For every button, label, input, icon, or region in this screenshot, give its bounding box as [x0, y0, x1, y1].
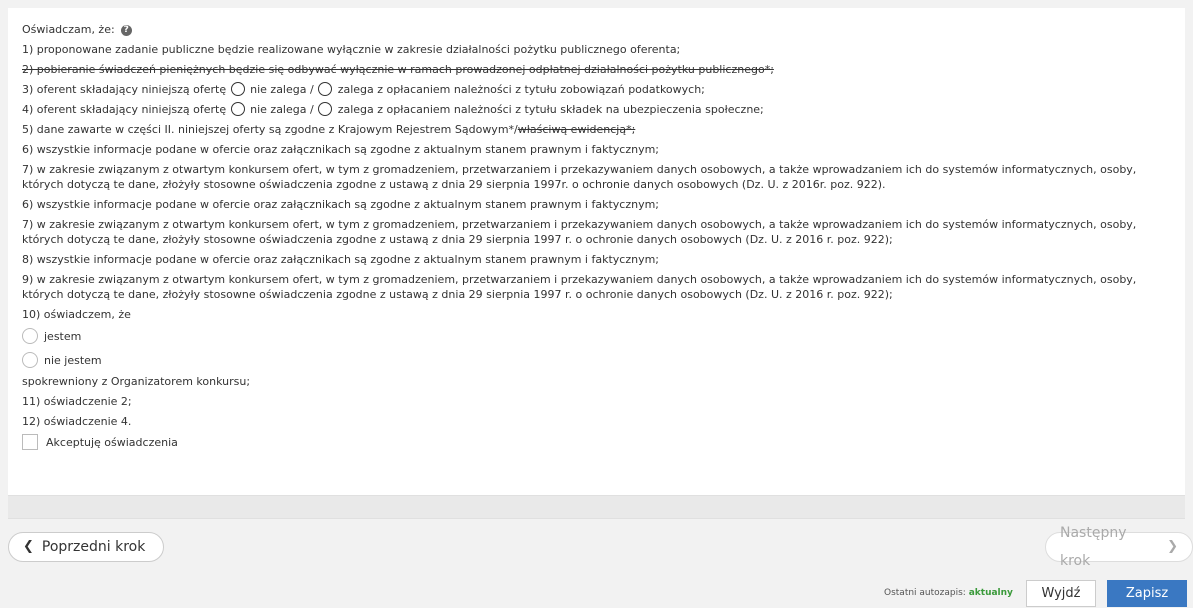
statement-4-option-1: nie zalega /: [250, 103, 314, 116]
statement-10: 10) oświadczem, że: [22, 308, 131, 321]
prev-step-button[interactable]: ❮ Poprzedni krok: [8, 532, 164, 562]
statement-6a: 6) wszystkie informacje podane w ofercie…: [22, 143, 660, 156]
radio-jestem-label: jestem: [44, 329, 82, 343]
prev-step-label: Poprzedni krok: [41, 539, 146, 555]
autosave-value: aktualny: [968, 588, 1013, 598]
statement-4-radio-zalega[interactable]: [318, 102, 333, 116]
radio-option-nie-jestem[interactable]: nie jestem: [22, 350, 1171, 370]
statement-1: 1) proponowane zadanie publiczne będzie …: [22, 43, 681, 56]
chevron-right-icon: ❯: [1167, 539, 1178, 554]
statement-6b: 6) wszystkie informacje podane w ofercie…: [22, 198, 660, 211]
statement-11: 11) oświadczenie 2;: [22, 395, 132, 408]
statement-4-text: 4) oferent składający niniejszą ofertę: [22, 103, 227, 116]
autosave-label: Ostatni autozapis:: [884, 588, 966, 598]
statement-5: 5) dane zawarte w części II. niniejszej …: [22, 122, 1171, 137]
statements-content: Oświadczam, że:? 1) proponowane zadanie …: [22, 22, 1171, 451]
accept-checkbox[interactable]: [22, 434, 38, 450]
statement-4-option-2: zalega z opłacaniem należności z tytułu …: [337, 103, 764, 116]
exit-button[interactable]: Wyjdź: [1026, 580, 1096, 607]
next-step-label: Następny krok: [1060, 525, 1127, 569]
statement-3-radio-nie-zalega[interactable]: [230, 82, 245, 96]
statement-3-option-1: nie zalega /: [250, 83, 314, 96]
statement-7b: 7) w zakresie związanym z otwartym konku…: [22, 218, 1137, 246]
radio-option-jestem[interactable]: jestem: [22, 326, 1171, 346]
divider-band: [8, 495, 1185, 519]
accept-row[interactable]: Akceptuję oświadczenia: [22, 433, 1171, 451]
autosave-status: Ostatni autozapis: aktualny: [884, 588, 1013, 598]
statement-4: 4) oferent składający niniejszą ofertę n…: [22, 102, 1171, 117]
radio-nie-jestem[interactable]: [22, 352, 38, 368]
statement-5-text: 5) dane zawarte w części II. niniejszej …: [22, 123, 518, 136]
statement-3-radio-zalega[interactable]: [318, 82, 333, 96]
radio-jestem[interactable]: [22, 328, 38, 344]
statement-3: 3) oferent składający niniejszą ofertę n…: [22, 82, 1171, 97]
statement-7a: 7) w zakresie związanym z otwartym konku…: [22, 163, 1137, 191]
statement-2: 2) pobieranie świadczeń pieniężnych będz…: [22, 63, 774, 76]
statements-card: Oświadczam, że:? 1) proponowane zadanie …: [8, 8, 1185, 495]
statement-12: 12) oświadczenie 4.: [22, 415, 132, 428]
statement-5-strike: właściwą ewidencją*;: [517, 123, 636, 136]
radio-nie-jestem-label: nie jestem: [44, 353, 102, 367]
next-step-button[interactable]: Następny krok ❯: [1045, 525, 1193, 569]
save-button[interactable]: Zapisz: [1107, 580, 1187, 607]
statement-4-radio-nie-zalega[interactable]: [230, 102, 245, 116]
statement-8: 8) wszystkie informacje podane w ofercie…: [22, 253, 660, 266]
chevron-left-icon: ❮: [23, 539, 34, 554]
statements-title: Oświadczam, że:: [22, 23, 115, 36]
accept-label: Akceptuję oświadczenia: [46, 435, 178, 449]
help-icon[interactable]: ?: [120, 24, 132, 36]
statement-3-text: 3) oferent składający niniejszą ofertę: [22, 83, 227, 96]
statement-9: 9) w zakresie związanym z otwartym konku…: [22, 273, 1137, 301]
statement-3-option-2: zalega z opłacaniem należności z tytułu …: [337, 83, 705, 96]
statements-header: Oświadczam, że:?: [22, 22, 1171, 37]
statement-10-tail: spokrewniony z Organizatorem konkursu;: [22, 375, 251, 388]
